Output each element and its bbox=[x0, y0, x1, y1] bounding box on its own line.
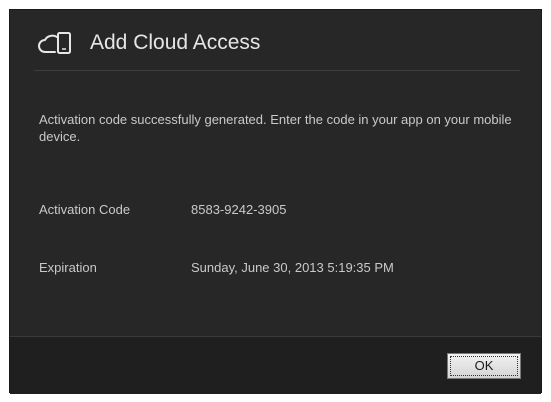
activation-code-label: Activation Code bbox=[39, 202, 131, 217]
dialog-title: Add Cloud Access bbox=[90, 31, 261, 54]
expiration-label: Expiration bbox=[39, 260, 97, 275]
expiration-value: Sunday, June 30, 2013 5:19:35 PM bbox=[191, 260, 394, 275]
dialog-header: Add Cloud Access bbox=[10, 10, 541, 72]
header-divider bbox=[34, 70, 520, 71]
activation-code-value: 8583-9242-3905 bbox=[191, 202, 287, 217]
ok-button[interactable]: OK bbox=[447, 353, 521, 379]
cloud-device-icon bbox=[38, 31, 74, 55]
status-message: Activation code successfully generated. … bbox=[39, 112, 512, 144]
dialog-footer: OK bbox=[10, 336, 541, 394]
add-cloud-access-dialog: Add Cloud Access Activation code success… bbox=[9, 9, 542, 394]
